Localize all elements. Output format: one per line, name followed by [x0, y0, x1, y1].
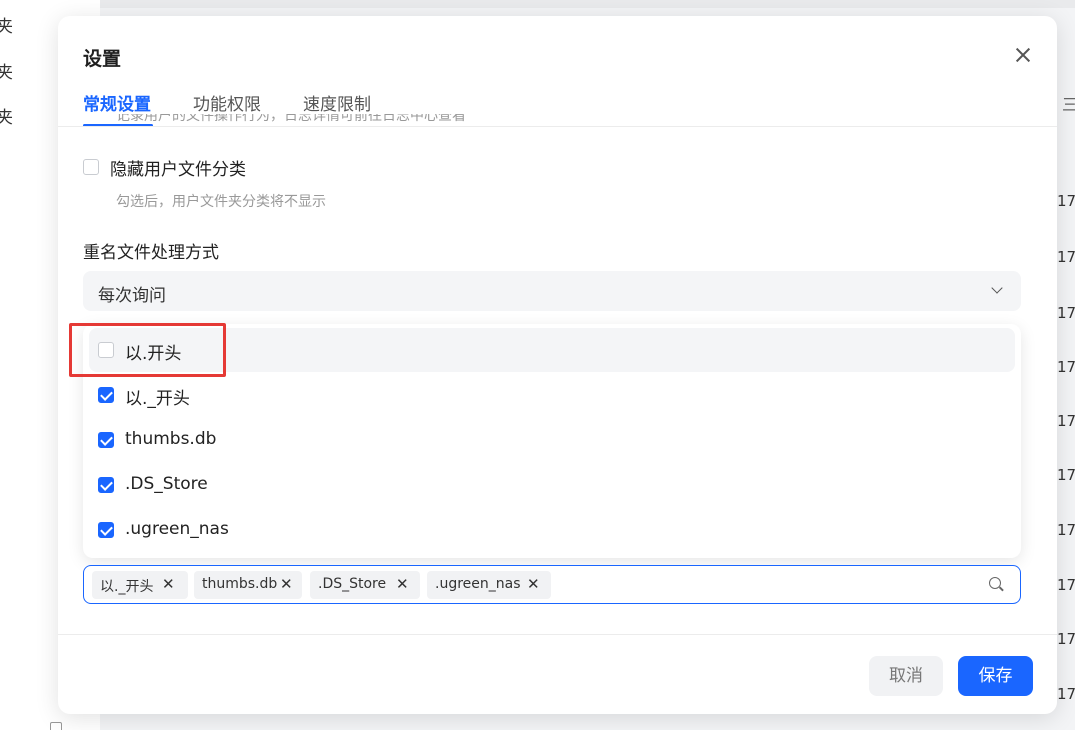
- tag-label: .ugreen_nas: [435, 576, 521, 592]
- hidden-files-tag-input[interactable]: 以._开头 ✕ thumbs.db ✕ .DS_Store ✕ .ugreen_…: [83, 565, 1021, 604]
- checkbox-checked[interactable]: [98, 477, 114, 493]
- background-row-value: 17: [1057, 248, 1075, 266]
- settings-dialog: 设置 常规设置 功能权限 速度限制 记录用户的文件操作行为，日志详情可前往日志中…: [58, 16, 1057, 714]
- hide-category-label: 隐藏用户文件分类: [110, 160, 246, 180]
- background-row-value: 17: [1057, 192, 1075, 210]
- rename-handling-value: 每次询问: [98, 286, 166, 306]
- dropdown-item-ds-store[interactable]: .DS_Store: [89, 463, 1015, 507]
- tab-speed-limit[interactable]: 速度限制: [303, 90, 371, 115]
- save-button[interactable]: 保存: [958, 656, 1033, 696]
- dialog-title: 设置: [83, 48, 122, 70]
- tag-thumbs-db: thumbs.db ✕: [194, 571, 302, 599]
- background-topbar: [100, 0, 1075, 8]
- dropdown-item-label: 以._开头: [125, 389, 190, 409]
- tag-ugreen-nas: .ugreen_nas ✕: [427, 571, 551, 599]
- background-row-value: 17: [1057, 630, 1075, 648]
- hide-category-checkbox[interactable]: [83, 159, 99, 175]
- cancel-button[interactable]: 取消: [869, 656, 943, 696]
- dropdown-item-label: 以.开头: [125, 344, 182, 364]
- checkbox-checked[interactable]: [98, 432, 114, 448]
- background-row-value: 17: [1057, 412, 1075, 430]
- close-icon[interactable]: ✕: [527, 575, 540, 593]
- checkbox[interactable]: [98, 342, 114, 358]
- rename-handling-select[interactable]: 每次询问: [83, 271, 1021, 311]
- background-row-value: 17: [1057, 576, 1075, 594]
- close-icon[interactable]: [1012, 44, 1034, 66]
- background-row-value: 17: [1057, 304, 1075, 322]
- tab-general-settings[interactable]: 常规设置: [83, 90, 151, 115]
- background-small-icon: [50, 722, 62, 730]
- tag-label: thumbs.db: [202, 576, 278, 592]
- log-description-clipped: 记录用户的文件操作行为，日志详情可前往日志中心查看: [116, 114, 466, 126]
- background-list-icon: 三: [1062, 95, 1075, 114]
- background-sidebar-label: 夹: [0, 108, 13, 128]
- close-icon[interactable]: ✕: [396, 575, 409, 593]
- background-row-value: 17: [1057, 466, 1075, 484]
- tag-dot-underscore-prefix: 以._开头 ✕: [92, 571, 188, 599]
- close-icon[interactable]: ✕: [162, 575, 175, 593]
- tag-label: .DS_Store: [318, 576, 387, 592]
- tag-ds-store: .DS_Store ✕: [310, 571, 420, 599]
- rename-handling-label: 重名文件处理方式: [83, 243, 219, 263]
- hide-category-description: 勾选后，用户文件夹分类将不显示: [116, 194, 326, 210]
- dropdown-item-label: .DS_Store: [125, 474, 208, 494]
- close-icon[interactable]: ✕: [280, 575, 293, 593]
- dropdown-item-label: thumbs.db: [125, 429, 217, 449]
- dropdown-item-dot-prefix[interactable]: 以.开头: [89, 328, 1015, 372]
- dropdown-item-thumbs-db[interactable]: thumbs.db: [89, 418, 1015, 462]
- footer-divider: [58, 634, 1057, 635]
- background-sidebar-label: 夹: [0, 63, 13, 83]
- background-row-value: 17: [1057, 521, 1075, 539]
- search-icon[interactable]: [989, 577, 1001, 589]
- checkbox-checked[interactable]: [98, 387, 114, 403]
- hidden-files-dropdown: 以.开头 以._开头 thumbs.db .DS_Store .ugreen_n…: [83, 324, 1021, 558]
- background-sidebar-label: 夹: [0, 17, 13, 37]
- tab-feature-permissions[interactable]: 功能权限: [193, 90, 261, 115]
- dropdown-item-label: .ugreen_nas: [125, 519, 229, 539]
- tabs-divider: [58, 126, 1057, 127]
- tag-label: 以._开头: [100, 579, 154, 595]
- checkbox-checked[interactable]: [98, 522, 114, 538]
- background-row-value: 17: [1057, 358, 1075, 376]
- chevron-down-icon: [991, 282, 1003, 294]
- dropdown-item-ugreen-nas[interactable]: .ugreen_nas: [89, 508, 1015, 552]
- dropdown-item-dot-underscore-prefix[interactable]: 以._开头: [89, 373, 1015, 417]
- background-row-value: 17: [1057, 685, 1075, 703]
- log-description-text: 记录用户的文件操作行为，日志详情可前往日志中心查看: [116, 114, 466, 124]
